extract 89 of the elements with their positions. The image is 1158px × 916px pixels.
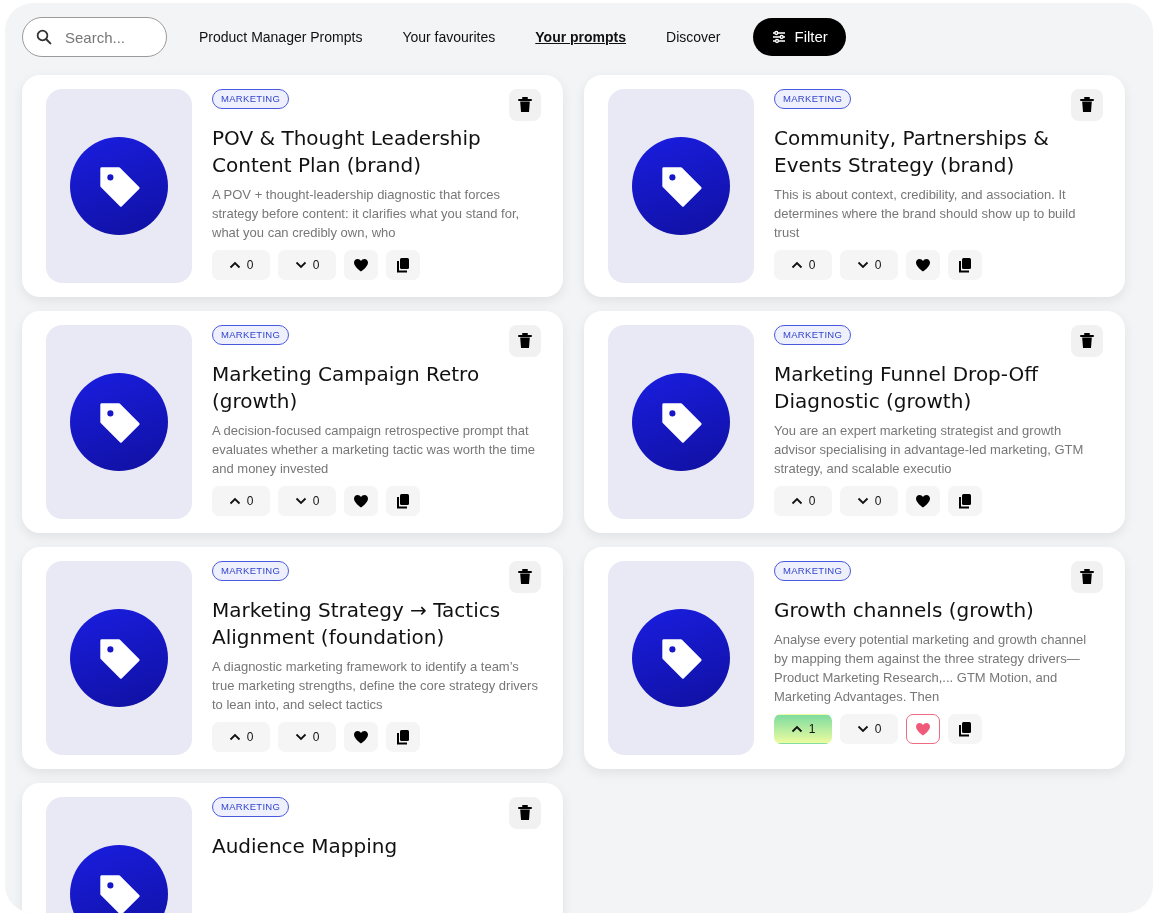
prompt-description: Analyse every potential marketing and growth channel by mapping them against the three strategy drivers—Product Marketing Research,... GTM Motion, and Marketing Advantages. Then [774,631,1088,706]
downvote-button[interactable]: 0 [278,250,336,280]
copy-icon [958,721,972,737]
heart-icon [915,258,931,272]
favourite-button[interactable] [344,722,378,752]
category-tag: MARKETING [774,325,852,346]
chevron-up-icon [228,261,241,269]
chevron-up-icon [790,261,803,269]
upvote-button[interactable]: 0 [212,486,270,516]
upvote-button[interactable]: 0 [212,722,270,752]
prompt-title: Growth channels (growth) [774,597,1035,624]
downvote-button[interactable]: 0 [840,486,898,516]
delete-button[interactable] [509,797,541,829]
chevron-up-icon [228,497,241,505]
delete-button[interactable] [1071,89,1103,121]
upvote-button[interactable]: 1 [774,714,832,744]
copy-icon [396,729,410,745]
copy-button[interactable] [386,722,420,752]
delete-button[interactable] [509,561,541,593]
chevron-down-icon [856,261,869,269]
prompt-description: This is about context, credibility, and association. It determines where the brand should show up to build trust [774,186,1077,242]
nav-link[interactable]: Your favourites [394,26,504,48]
chevron-up-icon [228,733,241,741]
chevron-up-icon [790,725,803,733]
category-tag: MARKETING [212,89,290,110]
copy-icon [958,257,972,273]
nav-link[interactable]: Product Manager Prompts [191,26,371,48]
trash-icon [518,333,532,349]
copy-icon [396,493,410,509]
delete-button[interactable] [509,89,541,121]
prompt-description: A POV + thought-leadership diagnostic that forces strategy before content: it clarifies what you stand for, what you can credibly own, who [212,186,521,242]
category-tag: MARKETING [212,561,290,582]
prompt-title: Marketing Funnel Drop-Off Diagnostic (growth) [774,361,1040,415]
category-tag: MARKETING [774,89,852,110]
search-field[interactable]: Search... [22,17,167,57]
nav-link[interactable]: Your prompts [527,26,635,48]
heart-icon [353,258,369,272]
delete-button[interactable] [509,325,541,357]
upvote-button[interactable]: 0 [774,250,832,280]
downvote-button[interactable]: 0 [278,486,336,516]
copy-button[interactable] [948,486,982,516]
copy-button[interactable] [948,250,982,280]
prompt-title: Community, Partnerships & Events Strategy (brand) [774,125,1050,179]
chevron-down-icon [856,725,869,733]
chevron-up-icon [790,497,803,505]
search-icon [35,28,53,46]
heart-icon [353,494,369,508]
prompt-description: You are an expert marketing strategist and growth advisor specialising in advantage-led marketing, GTM strategy, and scalable executio [774,422,1085,478]
trash-icon [518,97,532,113]
chevron-down-icon [294,497,307,505]
category-tag: MARKETING [212,797,290,818]
upvote-button[interactable]: 0 [774,486,832,516]
copy-button[interactable] [386,250,420,280]
favourite-button[interactable] [906,486,940,516]
chevron-down-icon [294,733,307,741]
downvote-button[interactable]: 0 [840,250,898,280]
heart-icon [915,494,931,508]
trash-icon [1080,569,1094,585]
delete-button[interactable] [1071,325,1103,357]
trash-icon [518,805,532,821]
prompt-description: A decision-focused campaign retrospective prompt that evaluates whether a marketing tactic was worth the time and money invested [212,422,536,478]
upvote-button[interactable]: 0 [212,250,270,280]
filter-button[interactable]: Filter [752,18,846,56]
prompt-description: A diagnostic marketing framework to identify a team’s true marketing strengths, define the core strategy drivers to lean into, and select tactics [212,658,539,714]
category-tag: MARKETING [774,561,852,582]
prompt-title: Audience Mapping [212,833,399,860]
trash-icon [1080,97,1094,113]
prompt-title: Marketing Strategy → Tactics Alignment (foundation) [212,597,502,651]
copy-button[interactable] [386,486,420,516]
prompt-title: Marketing Campaign Retro (growth) [212,361,481,415]
copy-button[interactable] [948,714,982,744]
nav-link[interactable]: Discover [658,26,729,48]
filter-icon [770,29,787,45]
trash-icon [1080,333,1094,349]
copy-icon [396,257,410,273]
prompt-title: POV & Thought Leadership Content Plan (brand) [212,125,482,179]
heart-icon [915,722,931,736]
chevron-down-icon [856,497,869,505]
downvote-button[interactable]: 0 [278,722,336,752]
category-tag: MARKETING [212,325,290,346]
copy-icon [958,493,972,509]
trash-icon [518,569,532,585]
chevron-down-icon [294,261,307,269]
favourite-button[interactable] [344,250,378,280]
delete-button[interactable] [1071,561,1103,593]
favourite-button[interactable] [906,250,940,280]
heart-icon [353,730,369,744]
favourite-button[interactable] [344,486,378,516]
downvote-button[interactable]: 0 [840,714,898,744]
